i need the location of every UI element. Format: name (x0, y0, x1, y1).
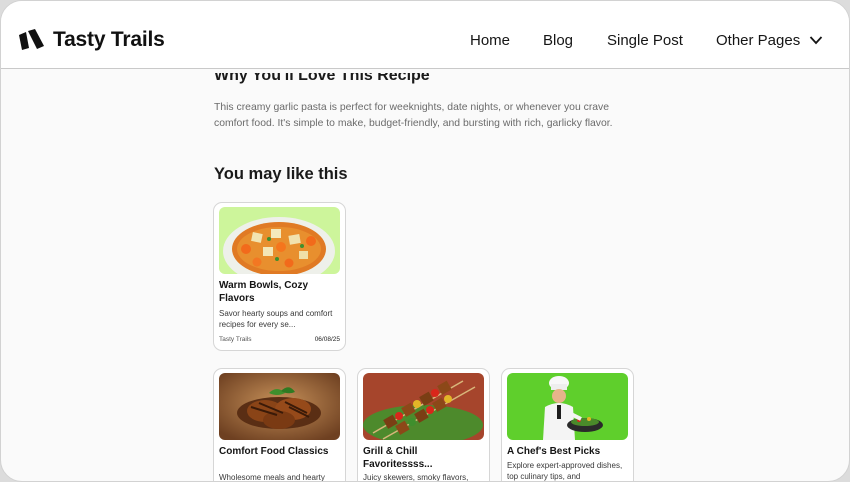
section-heading-clipped: Why You'll Love This Recipe (214, 73, 430, 84)
nav-other-pages[interactable]: Other Pages (716, 32, 800, 49)
recipe-card[interactable]: Comfort Food Classics Wholesome meals an… (213, 368, 346, 482)
chef-image (507, 373, 628, 440)
card-title[interactable]: Comfort Food Classics (219, 446, 341, 459)
skewers-image (363, 373, 484, 440)
recipe-card[interactable]: Grill & Chill Favoritessss... Juicy skew… (357, 368, 490, 482)
card-description: Savor hearty soups and comfort recipes f… (219, 309, 333, 329)
card-description: Juicy skewers, smoky flavors, (363, 473, 469, 482)
card-date: 06/08/25 (314, 336, 340, 343)
logo-icon[interactable] (19, 29, 45, 51)
card-author: Tasty Trails (219, 336, 252, 343)
grilled-chicken-image (219, 373, 340, 440)
chevron-down-icon[interactable] (809, 35, 823, 45)
brand-name[interactable]: Tasty Trails (53, 28, 165, 52)
card-title[interactable]: Warm Bowls, Cozy Flavors (219, 280, 341, 305)
recipe-card[interactable]: A Chef's Best Picks Explore expert-appro… (501, 368, 634, 481)
related-section-title: You may like this (214, 165, 348, 183)
soup-bowl-image (219, 207, 340, 274)
site-header: Tasty Trails Home Blog Single Post Other… (1, 1, 849, 69)
article-paragraph: This creamy garlic pasta is perfect for … (214, 102, 613, 129)
nav-blog[interactable]: Blog (543, 32, 573, 49)
browser-frame: Tasty Trails Home Blog Single Post Other… (0, 0, 850, 482)
card-title[interactable]: Grill & Chill Favoritessss... (363, 446, 485, 471)
card-meta: Tasty Trails 06/08/25 (219, 336, 340, 343)
recipe-card[interactable]: Warm Bowls, Cozy Flavors Savor hearty so… (213, 202, 346, 351)
card-description: Explore expert-approved dishes, top culi… (507, 461, 623, 481)
card-description: Wholesome meals and hearty (219, 473, 325, 482)
card-title[interactable]: A Chef's Best Picks (507, 446, 629, 459)
nav-home[interactable]: Home (470, 32, 510, 49)
nav-single-post[interactable]: Single Post (607, 32, 683, 49)
